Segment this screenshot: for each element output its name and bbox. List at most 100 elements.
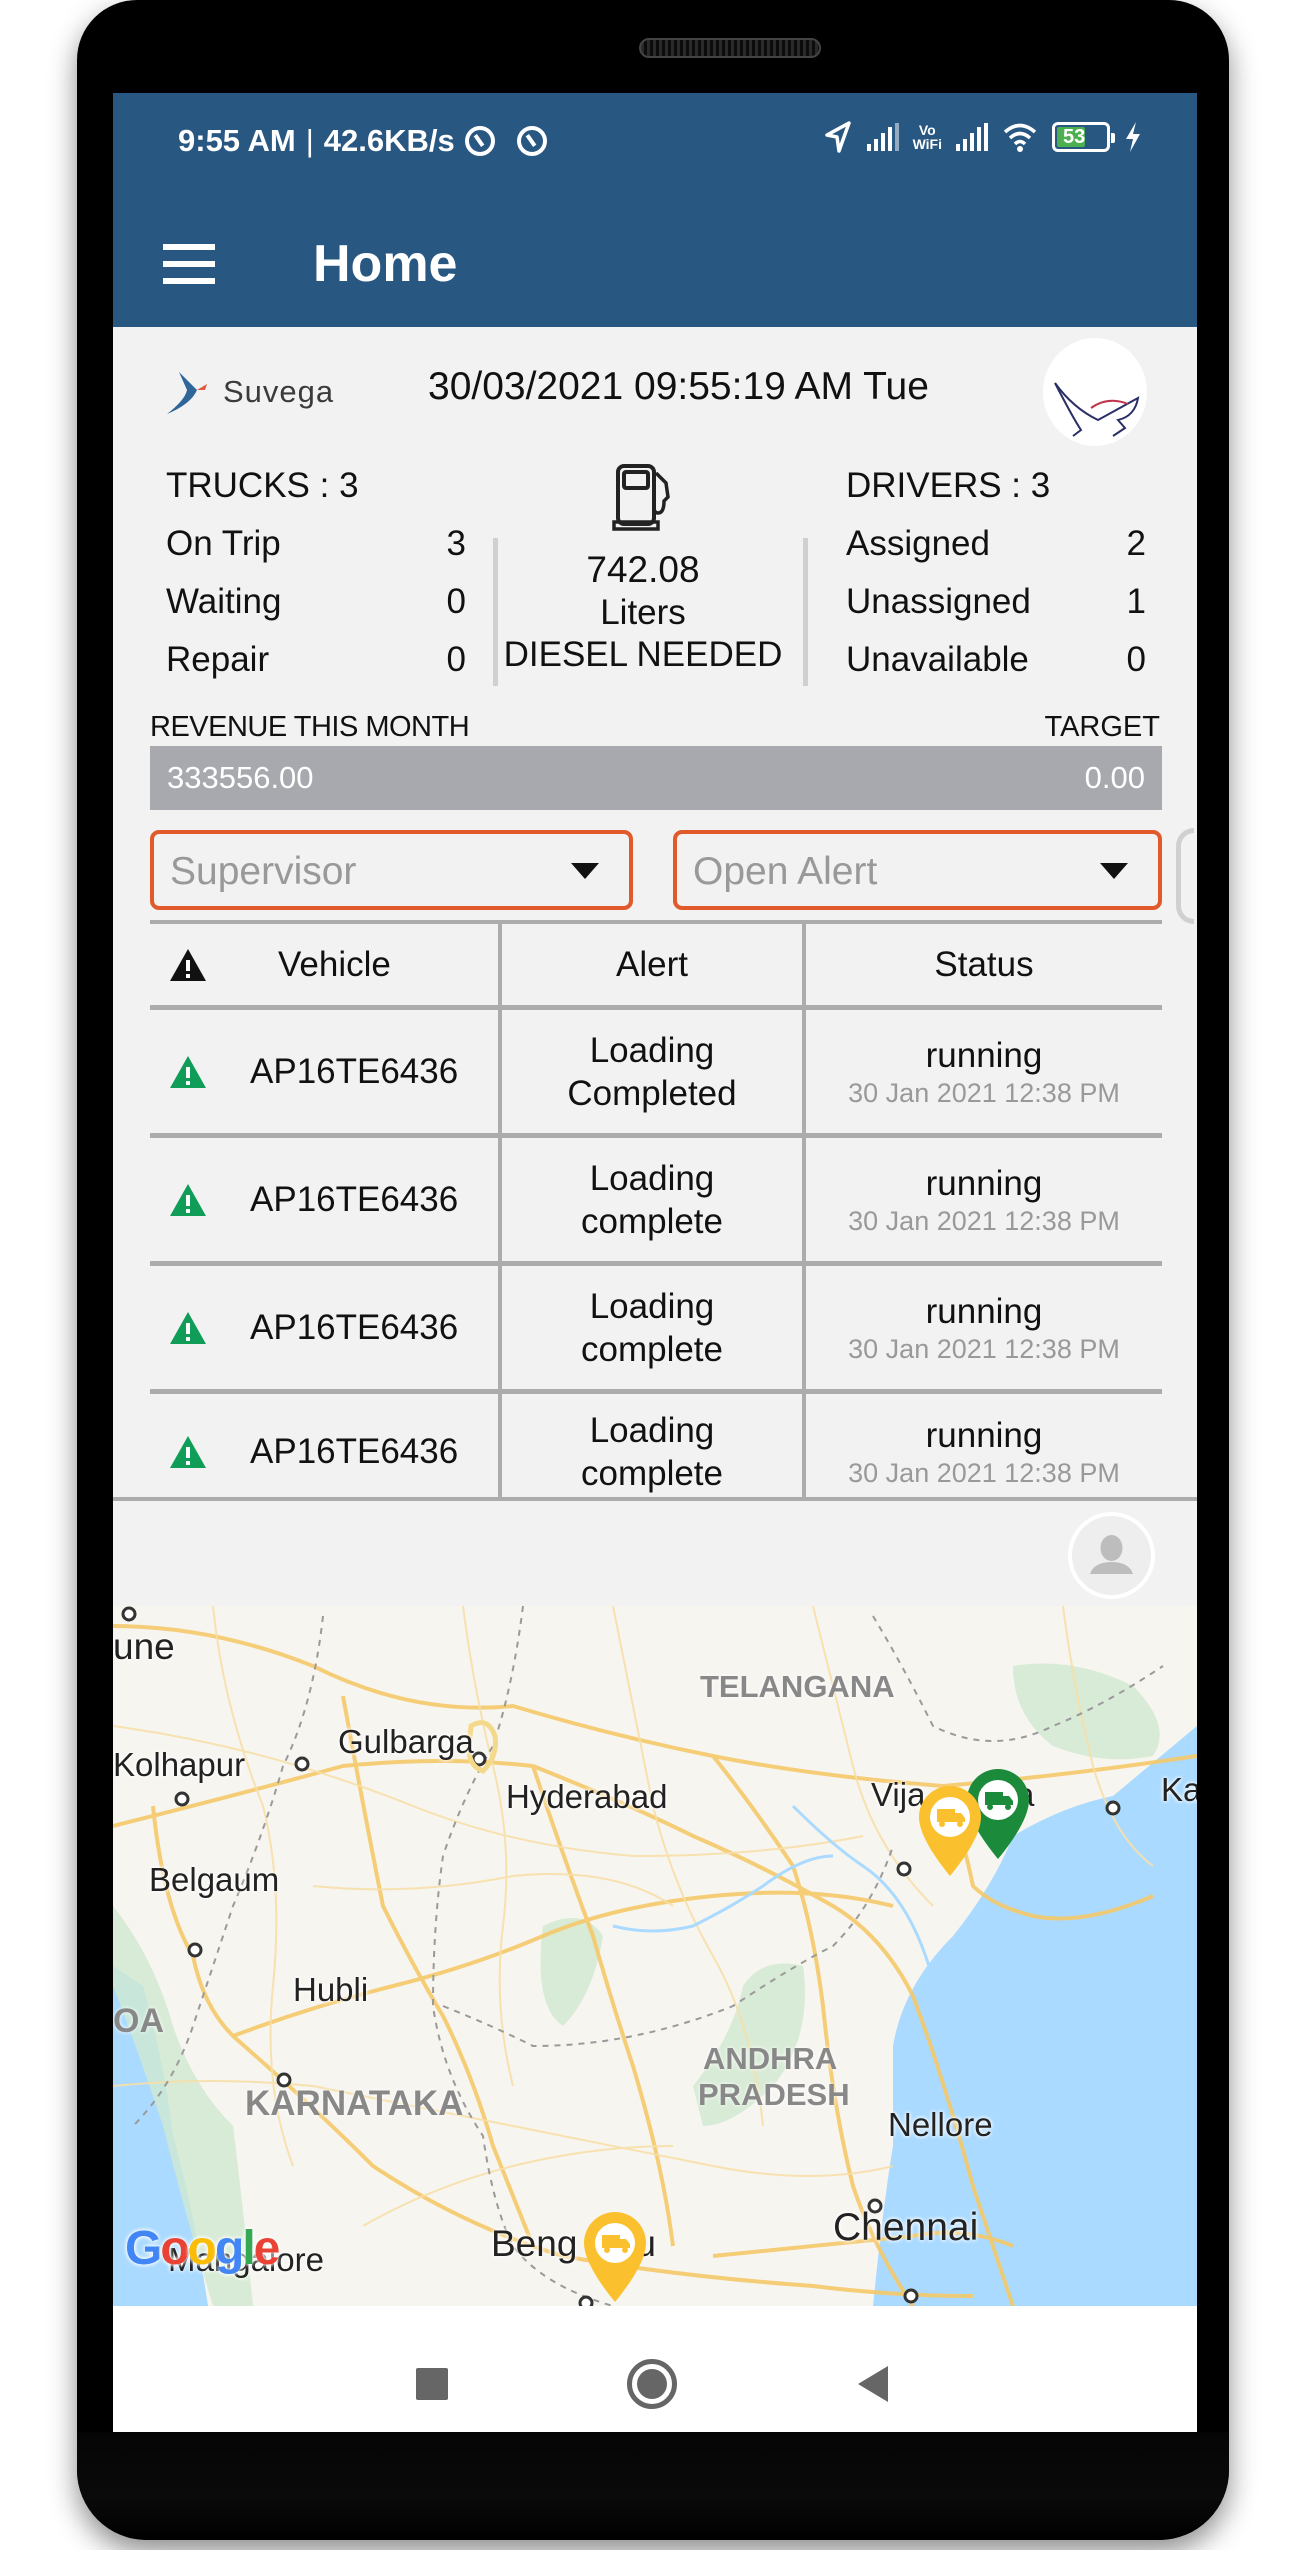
status-time: 30 Jan 2021 12:38 PM	[848, 1205, 1120, 1236]
bird-sketch-icon	[1054, 382, 1140, 437]
target-label: TARGET	[1044, 711, 1160, 743]
signal-icon	[866, 123, 899, 151]
drivers-row[interactable]: Unavailable 0	[846, 640, 1146, 698]
column-vehicle: Vehicle	[278, 944, 391, 984]
map-city-label: Chennai	[833, 2206, 979, 2249]
drivers-row[interactable]: Unassigned 1	[846, 582, 1146, 640]
alert-text-line1: Loading	[589, 1158, 715, 1198]
drivers-assigned-value: 2	[1126, 524, 1146, 563]
trucks-row[interactable]: On Trip 3	[166, 524, 466, 582]
recents-button[interactable]	[416, 2368, 448, 2400]
drivers-title: DRIVERS : 3	[846, 466, 1051, 505]
map-city-label: Nellore	[888, 2106, 993, 2143]
diesel-summary: 742.08 Liters DIESEL NEEDED	[493, 463, 793, 675]
drivers-row[interactable]: Assigned 2	[846, 524, 1146, 582]
map-state-label: OA	[113, 2002, 164, 2040]
alert-status-dropdown[interactable]: Open Alert	[673, 830, 1162, 910]
table-row[interactable]: AP16TE6436 Loading complete running 30 Jan…	[150, 1389, 1162, 1509]
network-speed: 42.6KB/s	[323, 123, 455, 158]
company-logo: Suvega	[163, 368, 334, 416]
status-bar: 9:55 AM | 42.6KB/s Vo WiFi 53	[113, 93, 1197, 200]
truck-marker[interactable]	[915, 1783, 985, 1878]
header-alert[interactable]: Alert	[498, 924, 802, 1005]
current-datetime: 30/03/2021 09:55:19 AM Tue	[428, 365, 929, 408]
signal-icon	[956, 123, 988, 151]
status-time: 30 Jan 2021 12:38 PM	[848, 1457, 1120, 1488]
revenue-progress-bar[interactable]: 333556.00 0.00	[150, 746, 1162, 810]
driver-profile-button[interactable]	[1068, 1512, 1155, 1599]
google-logo: Google	[125, 2222, 280, 2275]
truck-marker[interactable]	[580, 2209, 650, 2304]
home-icon	[637, 2369, 667, 2399]
status-text: running	[925, 1415, 1043, 1455]
table-row[interactable]: AP16TE6436 Loading complete running 30 Jan…	[150, 1133, 1162, 1261]
table-row[interactable]: AP16TE6436 Loading Completed running 30 Ja…	[150, 1005, 1162, 1133]
status-text: running	[925, 1163, 1043, 1203]
vehicle-number: AP16TE6436	[250, 1051, 459, 1091]
user-icon	[1090, 1535, 1133, 1574]
status-text: running	[925, 1291, 1043, 1331]
trucks-row[interactable]: Waiting 0	[166, 582, 466, 640]
vehicle-number: AP16TE6436	[250, 1307, 459, 1347]
table-row[interactable]: AP16TE6436 Loading complete running 30 Jan…	[150, 1261, 1162, 1389]
alert-text-line1: Loading	[589, 1410, 715, 1450]
app-bar: Home	[113, 200, 1197, 327]
supervisor-placeholder: Supervisor	[170, 850, 357, 893]
alert-text-line2: complete	[580, 1453, 724, 1493]
battery-level: 53	[1063, 126, 1086, 148]
map-city-label: Gulbarga	[338, 1723, 474, 1760]
table-header: Vehicle Alert Status	[150, 920, 1162, 1005]
alert-status-value: Open Alert	[693, 850, 878, 893]
map-state-label: KARNATAKA	[245, 2084, 464, 2123]
home-button[interactable]	[627, 2359, 677, 2409]
company-avatar[interactable]	[1043, 338, 1147, 446]
map-city-label: une	[113, 1626, 175, 1667]
battery-icon: 53	[1052, 122, 1115, 152]
map-city-label: Belgaum	[149, 1861, 280, 1898]
header-status[interactable]: Status	[802, 924, 1162, 1005]
trucks-waiting-value: 0	[446, 582, 466, 621]
diesel-unit: Liters	[600, 593, 686, 632]
alert-text-line2: Completed	[567, 1073, 737, 1113]
chevron-down-icon	[1100, 863, 1128, 879]
divider	[803, 538, 808, 686]
map-state-label: PRADESH	[698, 2077, 850, 2112]
alerts-table: Vehicle Alert Status AP16TE6436 Loading C…	[150, 920, 1162, 1509]
revenue-label: REVENUE THIS MONTH	[150, 711, 470, 743]
logo-text: Suvega	[223, 374, 335, 409]
warning-icon	[170, 1311, 206, 1344]
charging-icon	[1126, 122, 1140, 152]
column-alert: Alert	[616, 945, 688, 984]
hamburger-menu-icon[interactable]	[163, 244, 215, 284]
status-time: 9:55 AM	[178, 123, 296, 158]
back-button[interactable]	[858, 2366, 888, 2402]
map-header	[113, 1501, 1197, 1606]
status-time: 30 Jan 2021 12:38 PM	[848, 1077, 1120, 1108]
header-vehicle[interactable]: Vehicle	[150, 924, 498, 1005]
vowifi-bottom: WiFi	[912, 136, 942, 152]
revenue-value: 333556.00	[167, 760, 314, 795]
system-nav-bar	[113, 2306, 1197, 2432]
trucks-row[interactable]: Repair 0	[166, 640, 466, 698]
drivers-summary: DRIVERS : 3 Assigned 2 Unassigned 1 Unavai…	[846, 466, 1146, 698]
vowifi-icon: Vo WiFi	[913, 123, 942, 151]
status-separator: |	[305, 123, 314, 158]
warning-icon	[170, 1435, 206, 1468]
map-city-label: Ka	[1161, 1771, 1197, 1808]
data-saver-icon	[516, 126, 547, 156]
drivers-unavailable-label: Unavailable	[846, 640, 1029, 679]
trucks-title: TRUCKS : 3	[166, 466, 359, 505]
map-view[interactable]: une Kolhapur Gulbarga Hyderabad Vija a K…	[113, 1606, 1197, 2306]
trucks-on-trip-label: On Trip	[166, 524, 281, 563]
drivers-unassigned-label: Unassigned	[846, 582, 1031, 621]
column-status: Status	[934, 944, 1034, 984]
trucks-repair-label: Repair	[166, 640, 270, 679]
map-city-label: Beng	[491, 2223, 578, 2264]
alert-text-line1: Loading	[589, 1286, 715, 1326]
map-city-label: Kolhapur	[113, 1746, 246, 1783]
trucks-on-trip-value: 3	[446, 524, 466, 563]
supervisor-dropdown[interactable]: Supervisor	[150, 830, 633, 910]
status-time: 30 Jan 2021 12:38 PM	[848, 1333, 1120, 1364]
alert-text-line2: complete	[580, 1201, 724, 1241]
warning-icon	[170, 1183, 206, 1216]
